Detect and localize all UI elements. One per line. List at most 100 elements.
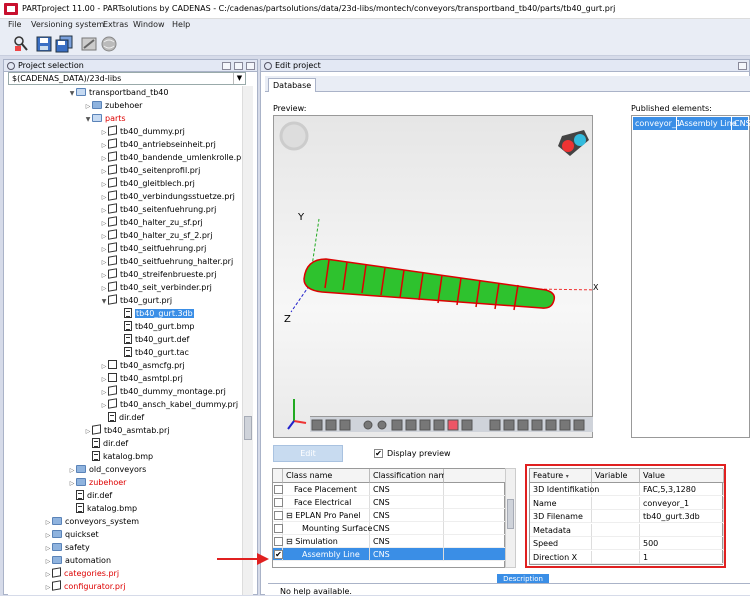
class-table-row[interactable]: ⊟ EPLAN Pro Panel CNS	[273, 509, 506, 522]
tree-item[interactable]: ▼ tb40_gurt.prj	[100, 294, 172, 307]
tree-item[interactable]: ▷ tb40_asmcfg.prj	[100, 359, 185, 372]
menu-help[interactable]: Help	[172, 20, 190, 29]
published-row[interactable]: conveyor_1Assembly LineCNS	[633, 117, 750, 130]
tree-item[interactable]: tb40_gurt.def	[116, 333, 189, 346]
cube-icon	[108, 385, 117, 396]
minimize-button[interactable]	[222, 62, 231, 70]
classification-cell: CNS	[370, 509, 444, 522]
window-title: PARTproject 11.00 - PARTsolutions by CAD…	[22, 4, 616, 13]
highlight-box	[525, 464, 726, 568]
preview-tools-icons[interactable]	[310, 417, 593, 433]
save-icon[interactable]	[35, 35, 53, 53]
tree-item[interactable]: ▷ tb40_verbindungsstuetze.prj	[100, 190, 235, 203]
class-scrollbar-thumb[interactable]	[507, 499, 514, 529]
row-checkbox[interactable]	[274, 511, 283, 520]
edit-button[interactable]: Edit	[273, 445, 343, 462]
tree-item[interactable]: dir.def	[84, 437, 128, 450]
view-cube-icon[interactable]	[279, 121, 309, 151]
row-checkbox[interactable]	[274, 524, 283, 533]
cube-icon	[108, 125, 117, 136]
tree-item[interactable]: ▷ tb40_asmtab.prj	[84, 424, 170, 437]
row-checkbox[interactable]	[274, 537, 283, 546]
class-table-row[interactable]: ✔ Assembly Line CNS	[273, 548, 506, 561]
panel-menu-button[interactable]	[738, 62, 747, 70]
collapsed-arrow-icon[interactable]: ▷	[44, 581, 52, 594]
scrollbar-thumb[interactable]	[244, 416, 252, 440]
class-table-row[interactable]: Face Electrical CNS	[273, 496, 506, 509]
3d-glasses-icon[interactable]	[558, 130, 589, 156]
tree-item[interactable]: ▷ zubehoer	[84, 99, 142, 112]
help-divider	[268, 583, 750, 584]
row-checkbox[interactable]	[274, 498, 283, 507]
tree-item[interactable]: ▷ tb40_seitenprofil.prj	[100, 164, 200, 177]
menu-versioning[interactable]: Versioning system	[31, 20, 104, 29]
class-table-row[interactable]: ⊟ Simulation CNS	[273, 535, 506, 548]
tree-item[interactable]: ▷ old_conveyors	[68, 463, 146, 476]
class-table-row[interactable]: Face Placement CNS	[273, 483, 506, 496]
expanded-arrow-icon[interactable]: ▼	[68, 87, 76, 100]
cube-icon	[108, 164, 117, 175]
tree-item[interactable]: tb40_gurt.tac	[116, 346, 189, 359]
tree-item[interactable]: ▷ safety	[44, 541, 90, 554]
tree-item[interactable]: ▼ parts	[84, 112, 126, 125]
class-table-row[interactable]: Mounting Surface CNS	[273, 522, 506, 535]
tree-item[interactable]: ▷ tb40_gleitblech.prj	[100, 177, 195, 190]
collapse-icon[interactable]: ⊟	[286, 537, 295, 546]
tools-icon[interactable]	[80, 35, 98, 53]
edit-project-title: Edit project	[275, 61, 321, 70]
expanded-arrow-icon[interactable]: ▼	[84, 113, 92, 126]
tree-item[interactable]: ▷ automation	[44, 554, 111, 567]
tree-item[interactable]: dir.def	[100, 411, 144, 424]
tree-item[interactable]: ▼ transportband_tb40	[68, 86, 169, 99]
menu-window[interactable]: Window	[133, 20, 165, 29]
tree-item[interactable]: dir.def	[68, 489, 112, 502]
chevron-down-icon[interactable]: ▼	[233, 73, 245, 84]
expanded-arrow-icon[interactable]: ▼	[100, 295, 108, 308]
tree-item[interactable]: ▷ tb40_dummy_montage.prj	[100, 385, 226, 398]
row-checkbox[interactable]	[274, 485, 283, 494]
tree-item[interactable]: ▷ categories.prj	[44, 567, 119, 580]
tree-item[interactable]: ▷ tb40_halter_zu_sf.prj	[100, 216, 203, 229]
class-table-scrollbar[interactable]	[505, 468, 516, 568]
tree-item[interactable]: ▷ tb40_dummy.prj	[100, 125, 185, 138]
tree-item[interactable]: ▷ tb40_seit_verbinder.prj	[100, 281, 212, 294]
tree-item[interactable]: ▷ configurator.prj	[44, 580, 125, 593]
tree-scrollbar[interactable]	[242, 86, 253, 595]
3d-preview[interactable]: Y X Z	[273, 115, 594, 438]
tree-item[interactable]: ▷ tb40_bandende_umlenkrolle.prj	[100, 151, 246, 164]
tree-item[interactable]: ▷ tb40_asmtpl.prj	[100, 372, 183, 385]
path-combobox[interactable]: $(CADENAS_DATA)/23d-libs ▼	[8, 72, 246, 85]
tree-item-label: tb40_seitfuehrung_halter.prj	[120, 257, 234, 266]
class-name-cell: Assembly Line	[283, 548, 370, 561]
tree-item[interactable]: ▷ tb40_seitfuehrung_halter.prj	[100, 255, 233, 268]
classification-header[interactable]: Classification name	[370, 469, 451, 483]
search-user-icon[interactable]	[12, 35, 30, 53]
row-checkbox[interactable]: ✔	[274, 550, 283, 559]
tab-database[interactable]: Database	[268, 78, 317, 92]
tree-item[interactable]: ▷ tb40_seitfuehrung.prj	[100, 242, 206, 255]
tree-item[interactable]: katalog.bmp	[84, 450, 153, 463]
restore-button[interactable]	[234, 62, 243, 70]
menu-extras[interactable]: Extras	[103, 20, 128, 29]
tree-item[interactable]: ▷ conveyors_system	[44, 515, 139, 528]
tree-item[interactable]: ▷ tb40_antriebseinheit.prj	[100, 138, 216, 151]
tree-item[interactable]: ▷ tb40_seitenfuehrung.prj	[100, 203, 216, 216]
menu-file[interactable]: File	[8, 20, 21, 29]
save-all-icon[interactable]	[55, 35, 73, 53]
class-name-header[interactable]: Class name	[283, 469, 370, 483]
tree-item[interactable]: ▷ tb40_ansch_kabel_dummy.prj	[100, 398, 238, 411]
tree-item[interactable]: ▷ tb40_streifenbrueste.prj	[100, 268, 216, 281]
tree-item-label: tb40_gurt.def	[135, 335, 190, 344]
published-classification: CNS	[734, 117, 750, 130]
close-button[interactable]	[246, 62, 255, 70]
tree-item[interactable]: ▷ tb40_halter_zu_sf_2.prj	[100, 229, 212, 242]
tree-item[interactable]: katalog.bmp	[68, 502, 137, 515]
collapse-icon[interactable]: ⊟	[286, 511, 295, 520]
tree-item[interactable]: tb40_gurt.bmp	[116, 320, 194, 333]
globe-icon[interactable]	[100, 35, 118, 53]
tree-item[interactable]: ▷ zubehoer	[68, 476, 126, 489]
tree-item[interactable]: tb40_gurt.3db	[116, 307, 194, 320]
pen-icon	[108, 360, 117, 369]
tree-item[interactable]: ▷ quickset	[44, 528, 99, 541]
display-preview-checkbox[interactable]: ✔	[374, 449, 383, 458]
